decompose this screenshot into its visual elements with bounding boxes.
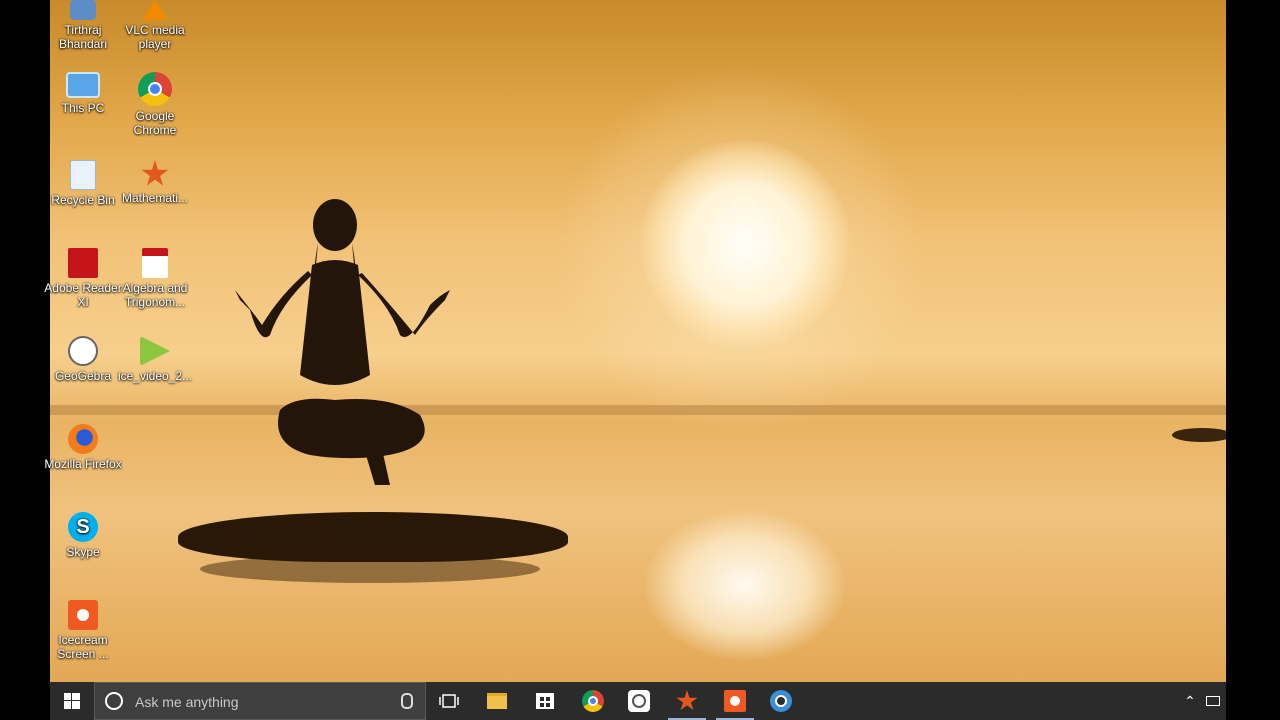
desktop-icon-ice-video[interactable]: ice_video_2... (116, 336, 194, 383)
desktop-icon-label: Mathemati... (121, 191, 189, 205)
store-icon (536, 693, 554, 709)
taskbar-chrome[interactable] (570, 682, 616, 720)
sun (640, 140, 850, 350)
desktop-icon-label: VLC media player (125, 23, 185, 51)
desktop-icon-label: Recycle Bin (51, 193, 115, 207)
skype-icon: S (68, 512, 98, 542)
taskbar-icecream-recorder[interactable] (712, 682, 758, 720)
taskbar-file-explorer[interactable] (474, 682, 520, 720)
desktop-icon-recycle-bin[interactable]: Recycle Bin (44, 160, 122, 207)
icecream-recorder-icon (724, 690, 746, 712)
cortana-search-box[interactable] (94, 682, 426, 720)
user-folder-icon (70, 0, 96, 20)
desktop-icon-icecream[interactable]: Icecream Screen ... (44, 600, 122, 661)
desktop-icon-label: Adobe Reader XI (44, 281, 122, 309)
desktop-icon-geogebra[interactable]: GeoGebra (44, 336, 122, 383)
folder-icon (487, 693, 507, 709)
chevron-up-icon: ⌃ (1184, 692, 1196, 709)
start-button[interactable] (50, 682, 94, 720)
video-file-icon (140, 336, 170, 366)
desktop-icon-label: Algebra and Trigonom... (122, 281, 188, 309)
desktop-icon-label: Tirthraj Bhandari (58, 23, 108, 51)
computer-icon (66, 72, 100, 98)
battery-icon[interactable] (1206, 696, 1220, 706)
recycle-bin-icon (70, 160, 96, 190)
desktop-icon-adobe-reader[interactable]: Adobe Reader XI (44, 248, 122, 309)
desktop-icon-label: Skype (66, 545, 100, 559)
desktop-icon-algebra-pdf[interactable]: Algebra and Trigonom... (116, 248, 194, 309)
desktop-icon-label: Icecream Screen ... (57, 633, 109, 661)
vlc-icon (142, 0, 168, 20)
rock (1172, 428, 1226, 442)
windows-logo-icon (64, 693, 80, 709)
desktop-icon-mathematica[interactable]: Mathemati... (116, 160, 194, 205)
microphone-icon[interactable] (401, 693, 413, 709)
geogebra-icon (628, 690, 650, 712)
sun-reflection (645, 510, 845, 660)
task-view-button[interactable] (426, 682, 472, 720)
geogebra-icon (68, 336, 98, 366)
desktop-icon-label: Google Chrome (133, 109, 177, 137)
island (178, 512, 568, 562)
taskbar-geogebra[interactable] (616, 682, 662, 720)
show-hidden-icons-button[interactable]: ⌃ (1180, 682, 1200, 720)
taskbar: ⌃ (50, 682, 1226, 720)
desktop-icon-label: ice_video_2... (117, 369, 193, 383)
taskbar-store[interactable] (522, 682, 568, 720)
chrome-icon (138, 72, 172, 106)
desktop-icon-this-pc[interactable]: This PC (44, 72, 122, 115)
mathematica-icon (676, 690, 698, 711)
desktop-icon-label: Mozilla Firefox (44, 457, 122, 471)
desktop-icon-label: This PC (61, 101, 105, 115)
desktop-icon-user-folder[interactable]: Tirthraj Bhandari (44, 0, 122, 51)
taskbar-cortana-app[interactable] (758, 682, 804, 720)
adobe-reader-icon (68, 248, 98, 278)
desktop-icon-chrome[interactable]: Google Chrome (116, 72, 194, 137)
cortana-ring-icon (770, 690, 792, 712)
mathematica-icon (141, 160, 169, 186)
cortana-icon (105, 692, 123, 710)
firefox-icon (68, 424, 98, 454)
task-view-icon (439, 694, 459, 708)
desktop-icon-firefox[interactable]: Mozilla Firefox (44, 424, 122, 471)
search-input[interactable] (133, 691, 377, 713)
desktop-icon-label: GeoGebra (54, 369, 112, 383)
chrome-icon (582, 690, 604, 712)
pdf-file-icon (142, 248, 168, 278)
taskbar-mathematica[interactable] (664, 682, 710, 720)
meditating-figure (235, 199, 450, 485)
desktop-icon-skype[interactable]: S Skype (44, 512, 122, 559)
desktop-wallpaper (50, 0, 1226, 682)
icecream-recorder-icon (68, 600, 98, 630)
desktop-icon-vlc[interactable]: VLC media player (116, 0, 194, 51)
